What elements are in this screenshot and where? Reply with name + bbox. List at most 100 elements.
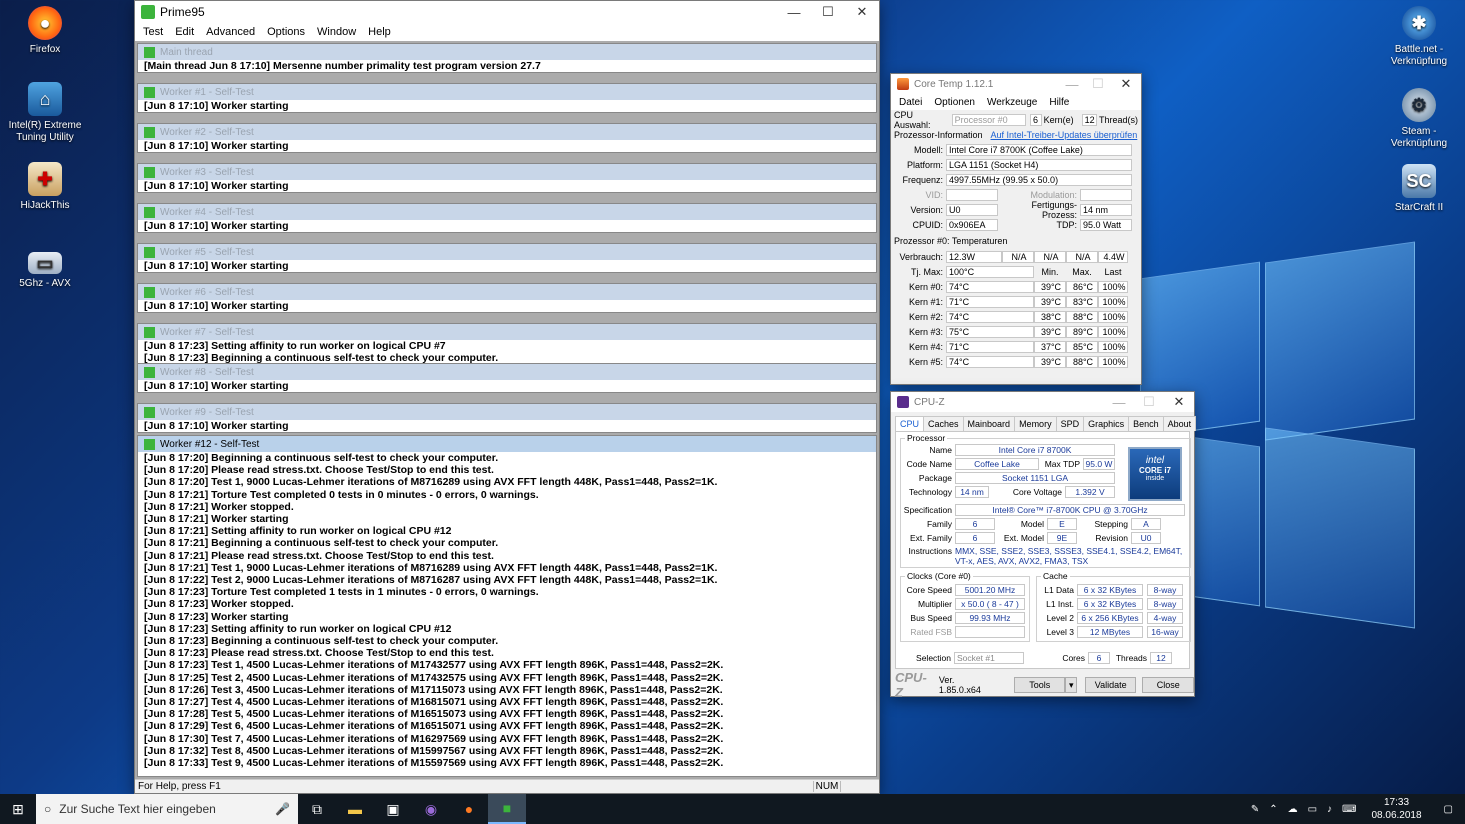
firefox-taskbar-icon[interactable]: ●: [450, 794, 488, 824]
desktop-icon-steam[interactable]: ⚙ Steam - Verknüpfung: [1374, 88, 1464, 150]
worker-window[interactable]: Worker #8 - Self-Test [Jun 8 17:10] Worke…: [137, 363, 877, 393]
tab-caches[interactable]: Caches: [923, 416, 964, 431]
worker-window[interactable]: Worker #3 - Self-Test [Jun 8 17:10] Worke…: [137, 163, 877, 193]
cloud-icon[interactable]: ☁: [1283, 804, 1303, 815]
language-icon[interactable]: ⌨: [1337, 804, 1361, 815]
tab-memory[interactable]: Memory: [1014, 416, 1057, 431]
menu-werkzeuge[interactable]: Werkzeuge: [981, 97, 1043, 108]
volume-icon[interactable]: ♪: [1322, 804, 1337, 815]
tools-dropdown-arrow-icon[interactable]: ▾: [1065, 677, 1077, 693]
worker-window-title[interactable]: Worker #9 - Self-Test: [138, 404, 876, 420]
minimize-button[interactable]: —: [777, 1, 811, 23]
l3-way-value: 16-way: [1147, 626, 1183, 638]
worker-window[interactable]: Worker #1 - Self-Test [Jun 8 17:10] Worke…: [137, 83, 877, 113]
badge-text: intel: [1145, 455, 1165, 466]
prime95-titlebar[interactable]: Prime95 — ☐ ✕: [135, 1, 879, 23]
driver-update-link[interactable]: Auf Intel-Treiber-Updates überprüfen: [991, 130, 1138, 140]
worker-window[interactable]: Worker #6 - Self-Test [Jun 8 17:10] Worke…: [137, 283, 877, 313]
core-temp-value: 74°C: [946, 280, 1034, 293]
validate-button[interactable]: Validate: [1084, 677, 1137, 693]
maximize-button[interactable]: ☐: [1134, 392, 1164, 412]
desktop-icon-starcraft[interactable]: SC StarCraft II: [1374, 164, 1464, 214]
pen-icon[interactable]: ✎: [1246, 804, 1264, 815]
cpuz-titlebar[interactable]: CPU-Z — ☐ ✕: [891, 392, 1194, 412]
spec-value: Intel® Core™ i7-8700K CPU @ 3.70GHz: [955, 504, 1185, 516]
tab-bench[interactable]: Bench: [1128, 416, 1164, 431]
intel-xtu-icon: ⌂: [28, 82, 62, 116]
core-load-value: 100%: [1098, 295, 1128, 308]
desktop-icon-battlenet[interactable]: ✱ Battle.net - Verknüpfung: [1374, 6, 1464, 68]
cpu-select-dropdown[interactable]: Processor #0: [951, 113, 1026, 126]
close-button[interactable]: ✕: [1164, 392, 1194, 412]
menu-test[interactable]: Test: [137, 26, 169, 38]
tab-graphics[interactable]: Graphics: [1083, 416, 1130, 431]
power-row: Verbrauch: 12.3W N/A N/A N/A 4.4W: [894, 249, 1138, 264]
search-box[interactable]: ○ Zur Suche Text hier eingeben 🎤: [36, 794, 298, 824]
network-icon[interactable]: ▭: [1303, 804, 1322, 815]
worker-window-title[interactable]: Worker #7 - Self-Test: [138, 324, 876, 340]
maximize-button[interactable]: ☐: [811, 1, 845, 23]
taskbar-app-icon[interactable]: ▣: [374, 794, 412, 824]
desktop-icon-5ghz-avx[interactable]: ▭ 5Ghz - AVX: [0, 246, 90, 290]
worker-window[interactable]: Worker #5 - Self-Test [Jun 8 17:10] Worke…: [137, 243, 877, 273]
menu-advanced[interactable]: Advanced: [200, 26, 261, 38]
worker-window-title[interactable]: Worker #1 - Self-Test: [138, 84, 876, 100]
worker-window-title[interactable]: Worker #4 - Self-Test: [138, 204, 876, 220]
start-button[interactable]: ⊞: [0, 794, 36, 824]
cpuz-window[interactable]: CPU-Z — ☐ ✕ CPU Caches Mainboard Memory SPD G…: [890, 391, 1197, 700]
tab-spd[interactable]: SPD: [1055, 416, 1085, 431]
close-button[interactable]: ✕: [1111, 74, 1141, 94]
label: Name: [929, 445, 952, 455]
window-title: Prime95: [160, 5, 205, 19]
menu-hilfe[interactable]: Hilfe: [1043, 97, 1075, 108]
minimize-button[interactable]: —: [1104, 392, 1134, 412]
tab-about[interactable]: About: [1162, 416, 1197, 431]
task-view-icon[interactable]: ⧉: [298, 794, 336, 824]
l1i-row: L1 Inst. 6 x 32 KBytes 8-way: [1037, 598, 1183, 610]
menu-datei[interactable]: Datei: [893, 97, 928, 108]
maximize-button[interactable]: ☐: [1085, 74, 1111, 94]
worker-window[interactable]: Worker #4 - Self-Test [Jun 8 17:10] Worke…: [137, 203, 877, 233]
desktop-icon-hijackthis[interactable]: ✚ HiJackThis: [0, 162, 90, 212]
worker-window-title[interactable]: Worker #5 - Self-Test: [138, 244, 876, 260]
menu-optionen[interactable]: Optionen: [928, 97, 981, 108]
worker-window-title[interactable]: Worker #2 - Self-Test: [138, 124, 876, 140]
tab-cpu[interactable]: CPU: [895, 416, 925, 431]
worker-window-title[interactable]: Main thread: [138, 44, 876, 60]
log-line: [Jun 8 17:10] Worker starting: [144, 380, 289, 392]
coretemp-titlebar[interactable]: Core Temp 1.12.1 — ☐ ✕: [891, 74, 1141, 94]
coretemp-window[interactable]: Core Temp 1.12.1 — ☐ ✕ Datei Optionen We…: [890, 73, 1142, 385]
clock[interactable]: 17:33 08.06.2018: [1361, 796, 1431, 822]
menu-help[interactable]: Help: [362, 26, 397, 38]
tools-button[interactable]: Tools: [1013, 677, 1066, 693]
worker-window-title[interactable]: Worker #6 - Self-Test: [138, 284, 876, 300]
file-explorer-icon[interactable]: ▬: [336, 794, 374, 824]
menu-options[interactable]: Options: [261, 26, 311, 38]
worker-window[interactable]: Main thread [Main thread Jun 8 17:10] Mer…: [137, 43, 877, 73]
l3-row: Level 3 12 MBytes 16-way: [1037, 626, 1183, 638]
label: Level 3: [1046, 627, 1074, 637]
desktop-icon-intel-xtu[interactable]: ⌂ Intel(R) Extreme Tuning Utility: [0, 82, 90, 144]
minimize-button[interactable]: —: [1059, 74, 1085, 94]
worker-window-title[interactable]: Worker #3 - Self-Test: [138, 164, 876, 180]
worker-window-title[interactable]: Worker #12 - Self-Test: [138, 436, 876, 452]
worker-window[interactable]: Worker #2 - Self-Test [Jun 8 17:10] Worke…: [137, 123, 877, 153]
prime95-taskbar-icon[interactable]: ■: [488, 794, 526, 824]
worker-window[interactable]: Worker #9 - Self-Test [Jun 8 17:10] Worke…: [137, 403, 877, 433]
active-worker-window[interactable]: Worker #12 - Self-Test [Jun 8 17:20] Begi…: [137, 435, 877, 777]
cpuz-taskbar-icon[interactable]: ◉: [412, 794, 450, 824]
close-button[interactable]: ✕: [845, 1, 879, 23]
tab-mainboard[interactable]: Mainboard: [962, 416, 1016, 431]
notifications-icon[interactable]: ▢: [1432, 804, 1465, 815]
microphone-icon[interactable]: 🎤: [275, 802, 298, 816]
core-load-value: 100%: [1098, 340, 1128, 353]
chevron-up-icon[interactable]: ⌃: [1264, 804, 1282, 815]
worker-window[interactable]: Worker #7 - Self-Test [Jun 8 17:23] Setti…: [137, 323, 877, 365]
worker-window-title[interactable]: Worker #8 - Self-Test: [138, 364, 876, 380]
socket-select-dropdown[interactable]: Socket #1: [954, 652, 1024, 664]
menu-edit[interactable]: Edit: [169, 26, 200, 38]
close-app-button[interactable]: Close: [1142, 677, 1194, 693]
desktop-icon-firefox[interactable]: ● Firefox: [0, 6, 90, 56]
menu-window[interactable]: Window: [311, 26, 362, 38]
prime95-window[interactable]: Prime95 — ☐ ✕ Test Edit Advanced Options…: [134, 0, 880, 794]
